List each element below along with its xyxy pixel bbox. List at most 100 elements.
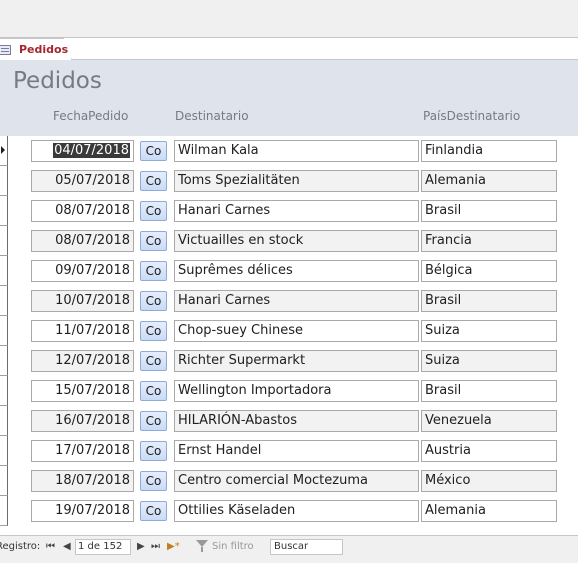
table-row[interactable]: 17/07/2018 Co Ernst Handel Austria <box>0 436 578 466</box>
pais-destinatario-field[interactable]: Francia <box>421 230 557 252</box>
filter-toggle[interactable]: Sin filtro <box>212 541 254 552</box>
pais-destinatario-field[interactable]: Suiza <box>421 320 557 342</box>
record-selector[interactable] <box>0 166 8 196</box>
destinatario-field[interactable]: Ottilies Käseladen <box>174 500 419 522</box>
pais-destinatario-field[interactable]: Finlandia <box>421 140 557 162</box>
fecha-pedido-field[interactable]: 04/07/2018 <box>31 140 134 162</box>
column-header-pais: PaísDestinatario <box>423 109 521 123</box>
co-button[interactable]: Co <box>140 171 167 191</box>
record-selector[interactable] <box>0 226 8 256</box>
column-header-fecha: FechaPedido <box>53 109 129 123</box>
destinatario-field[interactable]: Ernst Handel <box>174 440 419 462</box>
tab-pedidos[interactable]: Pedidos <box>0 38 72 60</box>
record-selector[interactable] <box>0 316 8 346</box>
record-selector[interactable] <box>0 466 8 496</box>
ribbon-area <box>0 0 578 38</box>
record-selector[interactable] <box>0 436 8 466</box>
co-button[interactable]: Co <box>140 441 167 461</box>
form-title: Pedidos <box>13 68 102 94</box>
record-selector[interactable] <box>0 256 8 286</box>
co-button[interactable]: Co <box>140 411 167 431</box>
table-row[interactable]: 12/07/2018 Co Richter Supermarkt Suiza <box>0 346 578 376</box>
filter-icon <box>196 540 208 552</box>
pais-destinatario-field[interactable]: Brasil <box>421 200 557 222</box>
fecha-pedido-field[interactable]: 08/07/2018 <box>31 230 134 252</box>
co-button[interactable]: Co <box>140 501 167 521</box>
record-selector[interactable] <box>0 346 8 376</box>
co-button[interactable]: Co <box>140 291 167 311</box>
co-button[interactable]: Co <box>140 321 167 341</box>
destinatario-field[interactable]: Wilman Kala <box>174 140 419 162</box>
pais-destinatario-field[interactable]: Brasil <box>421 380 557 402</box>
current-record-field[interactable]: 1 de 152 <box>75 539 131 555</box>
destinatario-field[interactable]: Suprêmes délices <box>174 260 419 282</box>
co-button[interactable]: Co <box>140 471 167 491</box>
destinatario-field[interactable]: HILARIÓN-Abastos <box>174 410 419 432</box>
destinatario-field[interactable]: Chop-suey Chinese <box>174 320 419 342</box>
table-row[interactable]: 16/07/2018 Co HILARIÓN-Abastos Venezuela <box>0 406 578 436</box>
co-button[interactable]: Co <box>140 351 167 371</box>
record-selector[interactable] <box>0 196 8 226</box>
form-pedidos: Pedidos FechaPedido Destinatario PaísDes… <box>0 60 578 535</box>
table-row[interactable]: 10/07/2018 Co Hanari Carnes Brasil <box>0 286 578 316</box>
current-record-arrow-icon <box>1 146 5 154</box>
pais-destinatario-field[interactable]: Suiza <box>421 350 557 372</box>
record-label: Registro: <box>0 541 41 552</box>
fecha-pedido-field[interactable]: 09/07/2018 <box>31 260 134 282</box>
table-row[interactable]: 05/07/2018 Co Toms Spezialitäten Alemania <box>0 166 578 196</box>
pais-destinatario-field[interactable]: Alemania <box>421 170 557 192</box>
record-selector[interactable] <box>0 286 8 316</box>
first-record-button[interactable]: ⏮ <box>46 541 55 552</box>
pais-destinatario-field[interactable]: Austria <box>421 440 557 462</box>
destinatario-field[interactable]: Hanari Carnes <box>174 200 419 222</box>
fecha-pedido-field[interactable]: 16/07/2018 <box>31 410 134 432</box>
fecha-pedido-field[interactable]: 17/07/2018 <box>31 440 134 462</box>
table-row[interactable]: 09/07/2018 Co Suprêmes délices Bélgica <box>0 256 578 286</box>
fecha-pedido-field[interactable]: 12/07/2018 <box>31 350 134 372</box>
destinatario-field[interactable]: Toms Spezialitäten <box>174 170 419 192</box>
pais-destinatario-field[interactable]: Brasil <box>421 290 557 312</box>
co-button[interactable]: Co <box>140 261 167 281</box>
pais-destinatario-field[interactable]: México <box>421 470 557 492</box>
destinatario-field[interactable]: Richter Supermarkt <box>174 350 419 372</box>
pais-destinatario-field[interactable]: Alemania <box>421 500 557 522</box>
fecha-pedido-field[interactable]: 05/07/2018 <box>31 170 134 192</box>
search-input[interactable]: Buscar <box>270 539 343 555</box>
table-row[interactable]: 18/07/2018 Co Centro comercial Moctezuma Mé… <box>0 466 578 496</box>
record-selector[interactable] <box>0 136 8 166</box>
column-header-destinatario: Destinatario <box>175 109 249 123</box>
record-selector[interactable] <box>0 406 8 436</box>
pais-destinatario-field[interactable]: Venezuela <box>421 410 557 432</box>
table-row[interactable]: 11/07/2018 Co Chop-suey Chinese Suiza <box>0 316 578 346</box>
destinatario-field[interactable]: Hanari Carnes <box>174 290 419 312</box>
next-record-button[interactable]: ▶ <box>137 541 145 552</box>
destinatario-field[interactable]: Centro comercial Moctezuma <box>174 470 419 492</box>
new-record-button[interactable]: ▶* <box>167 541 180 552</box>
form-icon <box>0 45 11 55</box>
co-button[interactable]: Co <box>140 201 167 221</box>
fecha-pedido-field[interactable]: 11/07/2018 <box>31 320 134 342</box>
fecha-pedido-field[interactable]: 15/07/2018 <box>31 380 134 402</box>
table-row[interactable]: 15/07/2018 Co Wellington Importadora Brasil <box>0 376 578 406</box>
record-selector[interactable] <box>0 376 8 406</box>
fecha-pedido-field[interactable]: 19/07/2018 <box>31 500 134 522</box>
record-navigation-bar: Registro: ⏮ ◀ 1 de 152 ▶ ⏭ ▶* Sin filtro… <box>0 535 578 563</box>
last-record-button[interactable]: ⏭ <box>151 541 160 552</box>
fecha-pedido-field[interactable]: 18/07/2018 <box>31 470 134 492</box>
table-row[interactable]: 08/07/2018 Co Hanari Carnes Brasil <box>0 196 578 226</box>
destinatario-field[interactable]: Wellington Importadora <box>174 380 419 402</box>
table-row[interactable]: 19/07/2018 Co Ottilies Käseladen Alemania <box>0 496 578 526</box>
table-row[interactable]: 04/07/2018 Co Wilman Kala Finlandia <box>0 136 578 166</box>
destinatario-field[interactable]: Victuailles en stock <box>174 230 419 252</box>
co-button[interactable]: Co <box>140 231 167 251</box>
form-header: Pedidos FechaPedido Destinatario PaísDes… <box>0 60 578 136</box>
fecha-pedido-field[interactable]: 08/07/2018 <box>31 200 134 222</box>
table-row[interactable]: 08/07/2018 Co Victuailles en stock Francia <box>0 226 578 256</box>
co-button[interactable]: Co <box>140 381 167 401</box>
previous-record-button[interactable]: ◀ <box>63 541 71 552</box>
co-button[interactable]: Co <box>140 141 167 161</box>
pais-destinatario-field[interactable]: Bélgica <box>421 260 557 282</box>
record-selector[interactable] <box>0 496 8 526</box>
fecha-pedido-field[interactable]: 10/07/2018 <box>31 290 134 312</box>
tab-label: Pedidos <box>19 43 69 56</box>
